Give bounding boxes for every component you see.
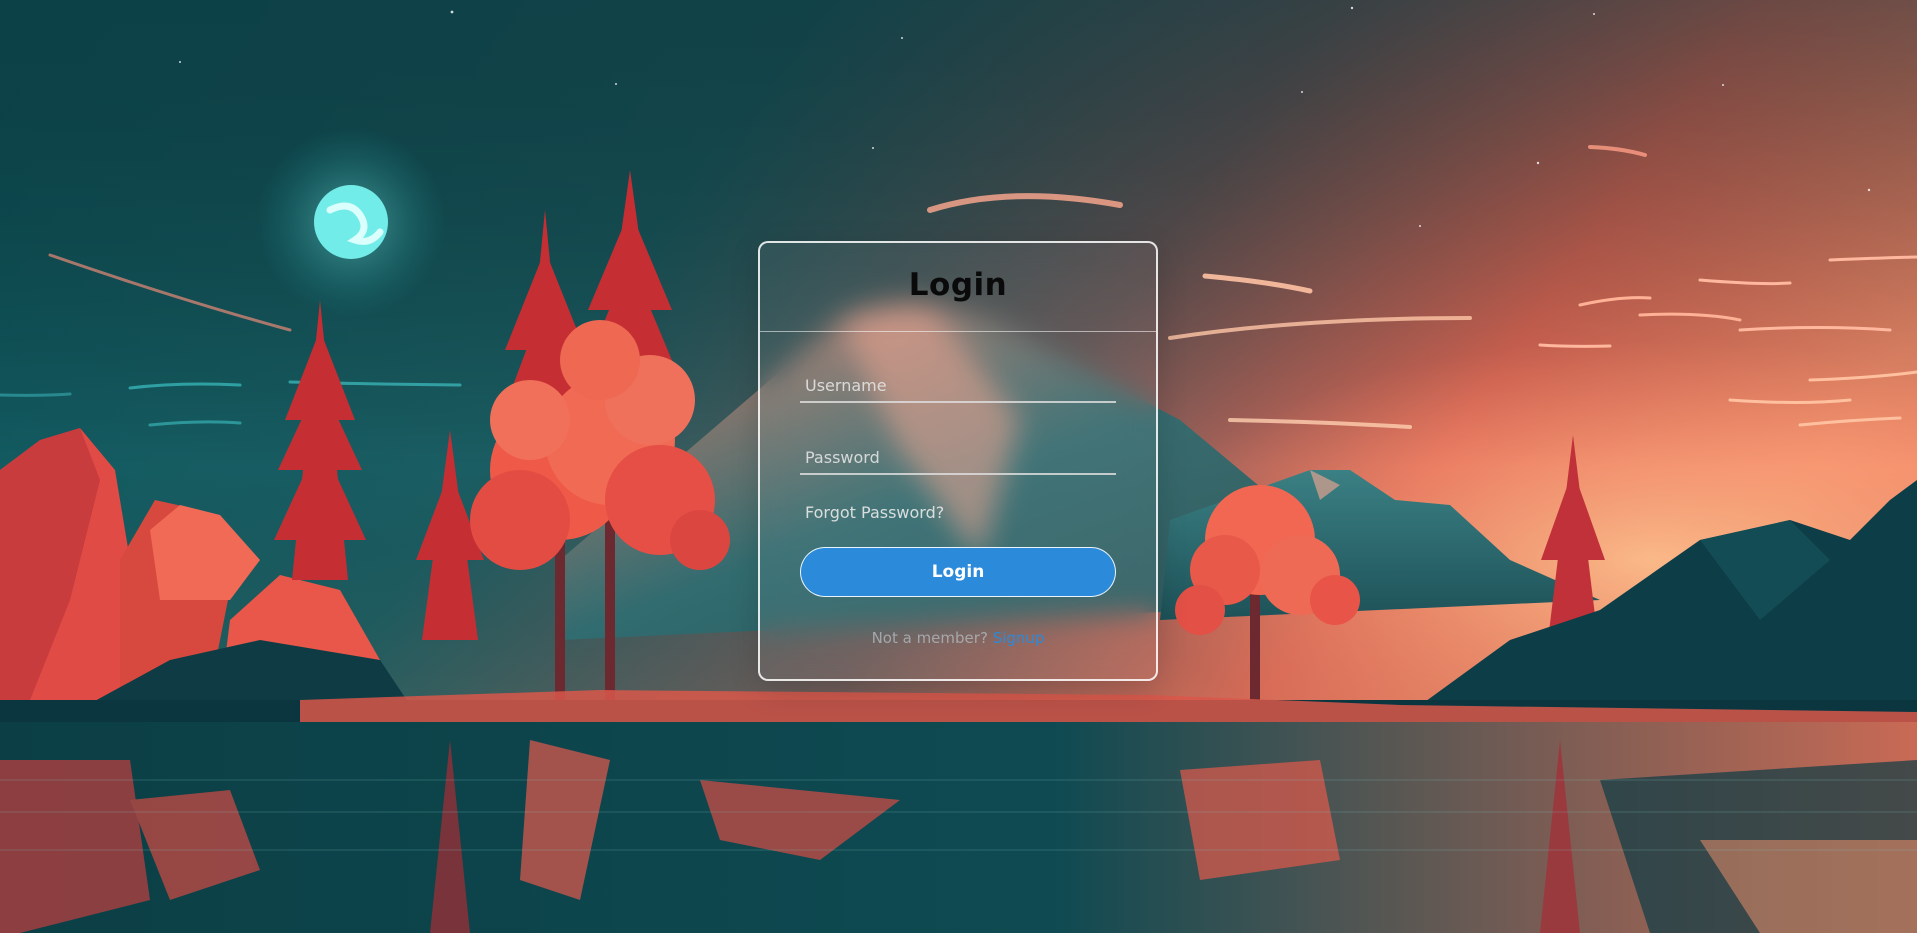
signup-row: Not a member? Signup — [760, 629, 1156, 647]
signup-link[interactable]: Signup — [993, 629, 1045, 647]
login-card: Login Forgot Password? Login Not a membe… — [758, 241, 1158, 681]
password-input[interactable] — [800, 437, 1116, 475]
username-input[interactable] — [800, 365, 1116, 403]
login-title: Login — [908, 267, 1008, 303]
forgot-password-link[interactable]: Forgot Password? — [805, 503, 944, 522]
login-button[interactable]: Login — [800, 547, 1116, 597]
title-divider — [760, 331, 1156, 332]
signup-prompt: Not a member? — [871, 629, 993, 647]
